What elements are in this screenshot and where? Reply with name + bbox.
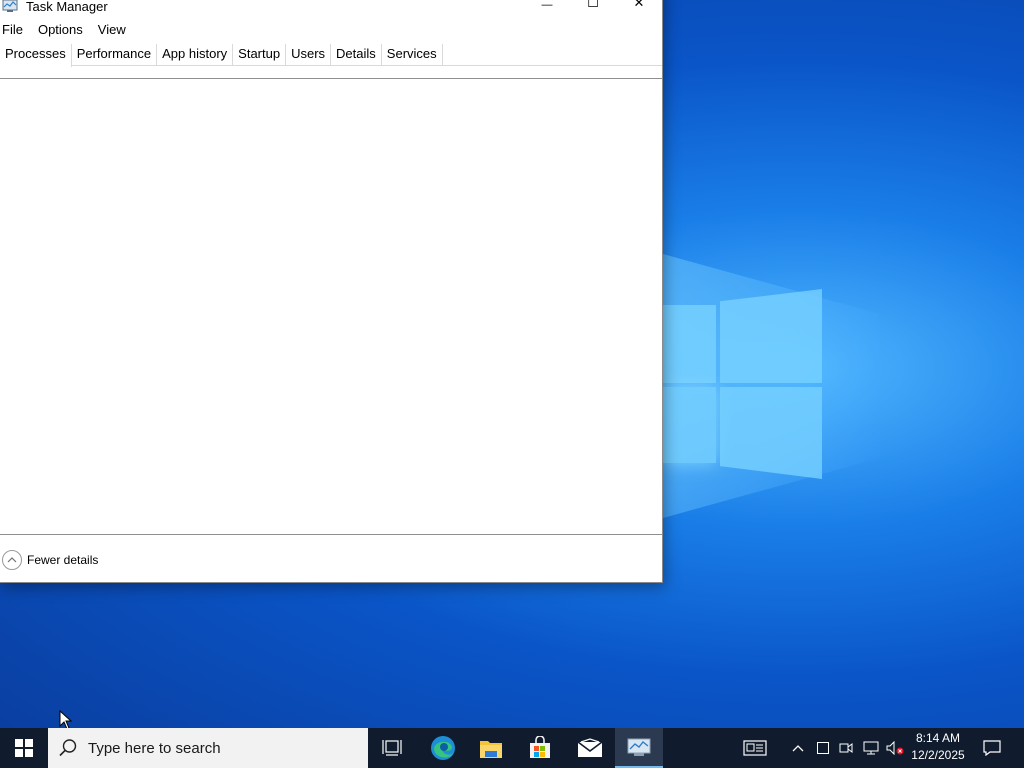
news-widget-button[interactable] <box>738 728 772 768</box>
fewer-details-label: Fewer details <box>27 553 99 567</box>
edge-button[interactable] <box>419 728 467 768</box>
notification-icon <box>983 740 1001 756</box>
task-view-icon <box>382 740 402 756</box>
file-explorer-button[interactable] <box>467 728 515 768</box>
maximize-button[interactable]: ☐ <box>570 0 616 13</box>
meet-now-button[interactable] <box>836 728 856 768</box>
windows-start-icon <box>15 739 33 757</box>
tab-performance[interactable]: Performance <box>72 44 158 66</box>
close-button[interactable]: ✕ <box>616 0 662 13</box>
news-icon <box>743 740 767 756</box>
tray-app-icon <box>817 742 829 754</box>
meet-now-icon <box>839 743 853 753</box>
clock-date: 12/2/2025 <box>911 748 965 762</box>
edge-icon <box>431 736 455 760</box>
task-view-button[interactable] <box>368 728 416 768</box>
menu-view[interactable]: View <box>96 20 133 40</box>
search-box[interactable]: Type here to search <box>48 728 368 768</box>
minimize-button[interactable]: — <box>524 0 570 13</box>
tray-app-button[interactable] <box>813 728 833 768</box>
clock[interactable]: 8:14 AM 12/2/2025 <box>910 730 966 764</box>
microsoft-store-button[interactable] <box>516 728 564 768</box>
search-placeholder: Type here to search <box>88 739 221 757</box>
title-bar[interactable]: Task Manager — ☐ ✕ <box>0 0 662 14</box>
windows-wallpaper-logo <box>663 289 823 479</box>
task-manager-icon <box>2 0 18 12</box>
clock-time: 8:14 AM <box>915 731 961 745</box>
file-explorer-icon <box>480 741 502 758</box>
close-icon: ✕ <box>633 0 645 10</box>
tab-app-history[interactable]: App history <box>157 44 234 66</box>
tab-services[interactable]: Services <box>382 44 443 66</box>
processes-panel <box>0 78 662 535</box>
volume-button[interactable] <box>884 728 906 768</box>
menu-options[interactable]: Options <box>36 20 90 40</box>
mail-icon <box>577 738 603 757</box>
mail-button[interactable] <box>566 728 614 768</box>
menu-file[interactable]: File <box>0 20 30 40</box>
taskbar: Type here to search 8:14 AM 12/2/2025 <box>0 728 1024 768</box>
chevron-up-icon <box>2 550 22 570</box>
tab-users[interactable]: Users <box>286 44 332 66</box>
window-title: Task Manager <box>26 0 108 14</box>
search-icon <box>59 739 77 757</box>
tab-startup[interactable]: Startup <box>233 44 287 66</box>
microsoft-store-icon <box>530 736 550 758</box>
menu-bar: File Options View <box>0 20 139 40</box>
tab-details[interactable]: Details <box>331 44 382 66</box>
fewer-details-toggle[interactable]: Fewer details <box>0 547 98 573</box>
tab-strip: Processes Performance App history Startu… <box>0 44 662 67</box>
task-manager-icon <box>627 738 651 756</box>
show-hidden-icons-button[interactable] <box>788 728 808 768</box>
minimize-icon: — <box>541 0 553 11</box>
network-icon <box>863 741 879 755</box>
mouse-cursor-icon <box>59 710 73 730</box>
maximize-icon: ☐ <box>587 0 599 10</box>
tab-processes[interactable]: Processes <box>0 44 72 67</box>
task-manager-window: Task Manager — ☐ ✕ File Options View Pro… <box>0 0 663 583</box>
task-manager-taskbar-button[interactable] <box>615 728 663 768</box>
network-button[interactable] <box>860 728 882 768</box>
volume-muted-icon <box>886 741 904 755</box>
start-button[interactable] <box>0 728 48 768</box>
chevron-up-icon <box>792 745 804 752</box>
notifications-button[interactable] <box>978 728 1006 768</box>
